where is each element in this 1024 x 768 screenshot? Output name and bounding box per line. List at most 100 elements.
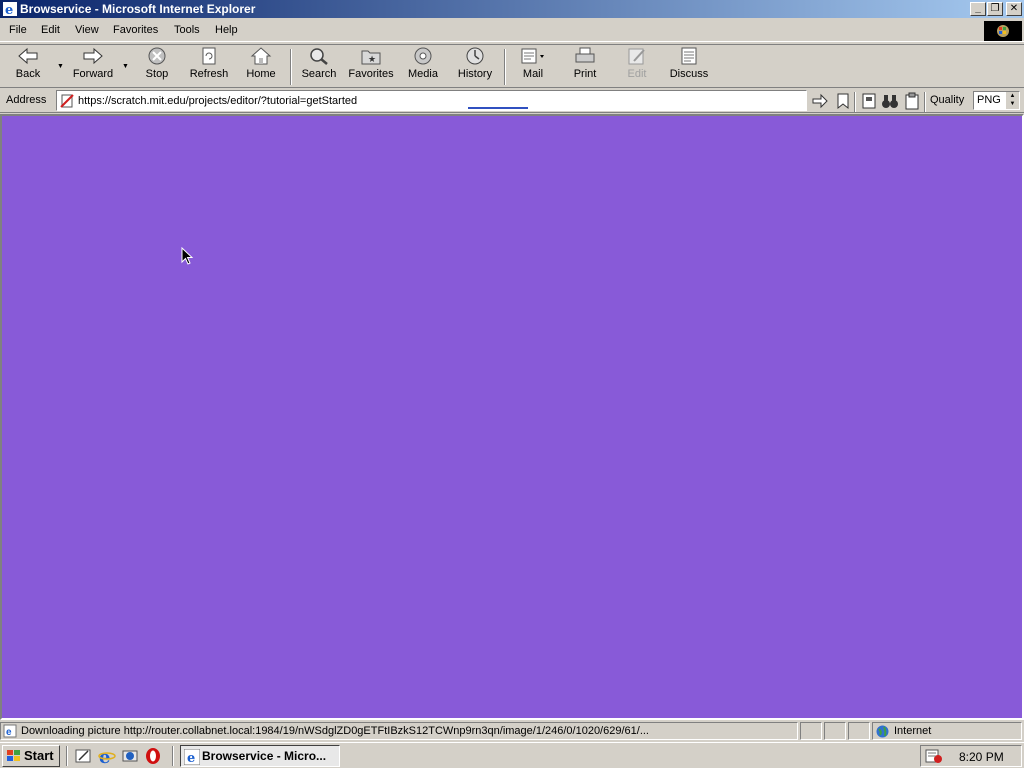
ie-window-icon: e <box>184 749 200 765</box>
back-dropdown-icon[interactable]: ▼ <box>57 63 64 70</box>
security-zone: Internet <box>872 722 1022 740</box>
taskbar-window-button[interactable]: e Browservice - Micro... <box>180 745 340 767</box>
clock: 8:20 PM <box>959 750 1004 764</box>
history-label: History <box>457 68 493 80</box>
menu-help[interactable]: Help <box>215 24 238 36</box>
back-label: Back <box>15 68 41 80</box>
discuss-label: Discuss <box>669 68 709 80</box>
home-button[interactable]: Home <box>241 47 281 87</box>
media-icon <box>414 47 432 65</box>
outlook-express-icon[interactable] <box>121 747 139 765</box>
media-button[interactable]: Media <box>405 47 441 87</box>
toolbar-separator <box>504 49 506 85</box>
forward-label: Forward <box>72 68 114 80</box>
address-separator <box>924 92 926 112</box>
stop-label: Stop <box>145 68 169 80</box>
status-pane <box>848 722 870 740</box>
discuss-button[interactable]: Discuss <box>667 47 711 87</box>
svg-text:e: e <box>6 727 12 738</box>
browser-content[interactable] <box>0 114 1024 720</box>
minimize-button[interactable]: _ <box>970 2 986 16</box>
history-button[interactable]: History <box>455 47 495 87</box>
binoculars-icon[interactable] <box>881 92 899 110</box>
refresh-label: Refresh <box>189 68 229 80</box>
search-label: Search <box>301 68 337 80</box>
windows-logo-icon <box>7 750 20 761</box>
discuss-icon <box>681 47 697 65</box>
favorites-label: Favorites <box>348 68 394 80</box>
windows-throbber-icon <box>984 21 1022 41</box>
start-button[interactable]: Start <box>2 745 60 767</box>
menu-file[interactable]: File <box>9 24 27 36</box>
search-button[interactable]: Search <box>300 47 338 87</box>
stop-icon <box>148 47 166 65</box>
toolbar-separator <box>290 49 292 85</box>
taskbar-window-label: Browservice - Micro... <box>202 749 327 763</box>
internet-explorer-icon[interactable]: e <box>98 747 116 765</box>
address-label: Address <box>6 94 47 106</box>
stop-button[interactable]: Stop <box>140 47 174 87</box>
zone-label: Internet <box>894 725 932 737</box>
print-label: Print <box>573 68 597 80</box>
page-broken-icon <box>60 94 74 108</box>
ie-logo-icon: e <box>3 2 17 16</box>
svg-text:★: ★ <box>368 54 376 64</box>
menu-tools[interactable]: Tools <box>174 24 200 36</box>
address-bar: Address https://scratch.mit.edu/projects… <box>0 89 1024 113</box>
menu-favorites[interactable]: Favorites <box>113 24 158 36</box>
system-tray: 8:20 PM <box>920 745 1022 767</box>
quality-spinner-icon[interactable]: ▲ ▼ <box>1006 92 1019 109</box>
loading-progress <box>468 107 528 109</box>
ie-page-icon: e <box>3 724 17 738</box>
tray-schedule-icon[interactable] <box>925 748 943 764</box>
close-button[interactable]: ✕ <box>1006 2 1022 16</box>
search-icon <box>310 48 328 65</box>
status-pane <box>824 722 846 740</box>
book-icon[interactable] <box>860 92 878 110</box>
mail-button[interactable]: Mail <box>515 47 551 87</box>
back-arrow-icon <box>18 47 38 65</box>
edit-icon <box>628 48 645 65</box>
edit-label: Edit <box>627 68 647 80</box>
quality-value: PNG <box>977 94 1001 106</box>
start-label: Start <box>24 748 54 763</box>
show-desktop-icon[interactable] <box>75 747 93 765</box>
svg-text:e: e <box>5 3 13 16</box>
home-icon <box>250 47 272 65</box>
refresh-button[interactable]: Refresh <box>186 47 232 87</box>
taskbar-separator <box>66 746 68 766</box>
status-text: Downloading picture http://router.collab… <box>21 725 649 737</box>
forward-button[interactable]: Forward <box>68 47 118 87</box>
opera-icon[interactable] <box>144 747 162 765</box>
svg-text:e: e <box>187 751 195 765</box>
forward-dropdown-icon[interactable]: ▼ <box>122 63 129 70</box>
globe-icon <box>876 725 889 738</box>
home-label: Home <box>246 68 276 80</box>
edit-button[interactable]: Edit <box>622 47 652 87</box>
forward-arrow-icon <box>83 47 103 65</box>
go-arrow-icon[interactable] <box>811 92 829 110</box>
menu-edit[interactable]: Edit <box>41 24 60 36</box>
title-bar[interactable]: e Browservice - Microsoft Internet Explo… <box>0 0 1024 18</box>
refresh-icon <box>202 47 216 65</box>
restore-button[interactable]: ❐ <box>987 2 1003 16</box>
menu-view[interactable]: View <box>75 24 99 36</box>
status-pane <box>800 722 822 740</box>
mouse-cursor-icon <box>181 247 194 265</box>
favorites-folder-icon: ★ <box>361 50 381 65</box>
back-button[interactable]: Back <box>6 47 50 87</box>
clipboard-icon[interactable] <box>903 92 921 110</box>
quality-label: Quality <box>930 94 965 106</box>
bookmark-icon[interactable] <box>834 92 852 110</box>
address-separator <box>854 92 856 112</box>
favorites-button[interactable]: ★ Favorites <box>346 47 396 87</box>
address-input[interactable]: https://scratch.mit.edu/projects/editor/… <box>56 90 807 111</box>
printer-icon <box>575 47 595 63</box>
quality-select[interactable]: PNG ▲ ▼ <box>973 91 1020 110</box>
print-button[interactable]: Print <box>568 47 602 87</box>
address-url: https://scratch.mit.edu/projects/editor/… <box>78 95 358 107</box>
taskbar-separator <box>172 746 174 766</box>
window-title: Browservice - Microsoft Internet Explore… <box>20 2 256 16</box>
standard-toolbar: Back ▼ Forward ▼ Stop Refresh Home Searc… <box>0 44 1024 88</box>
taskbar: Start e e Browservice - Micro... 8:20 PM <box>0 742 1024 768</box>
